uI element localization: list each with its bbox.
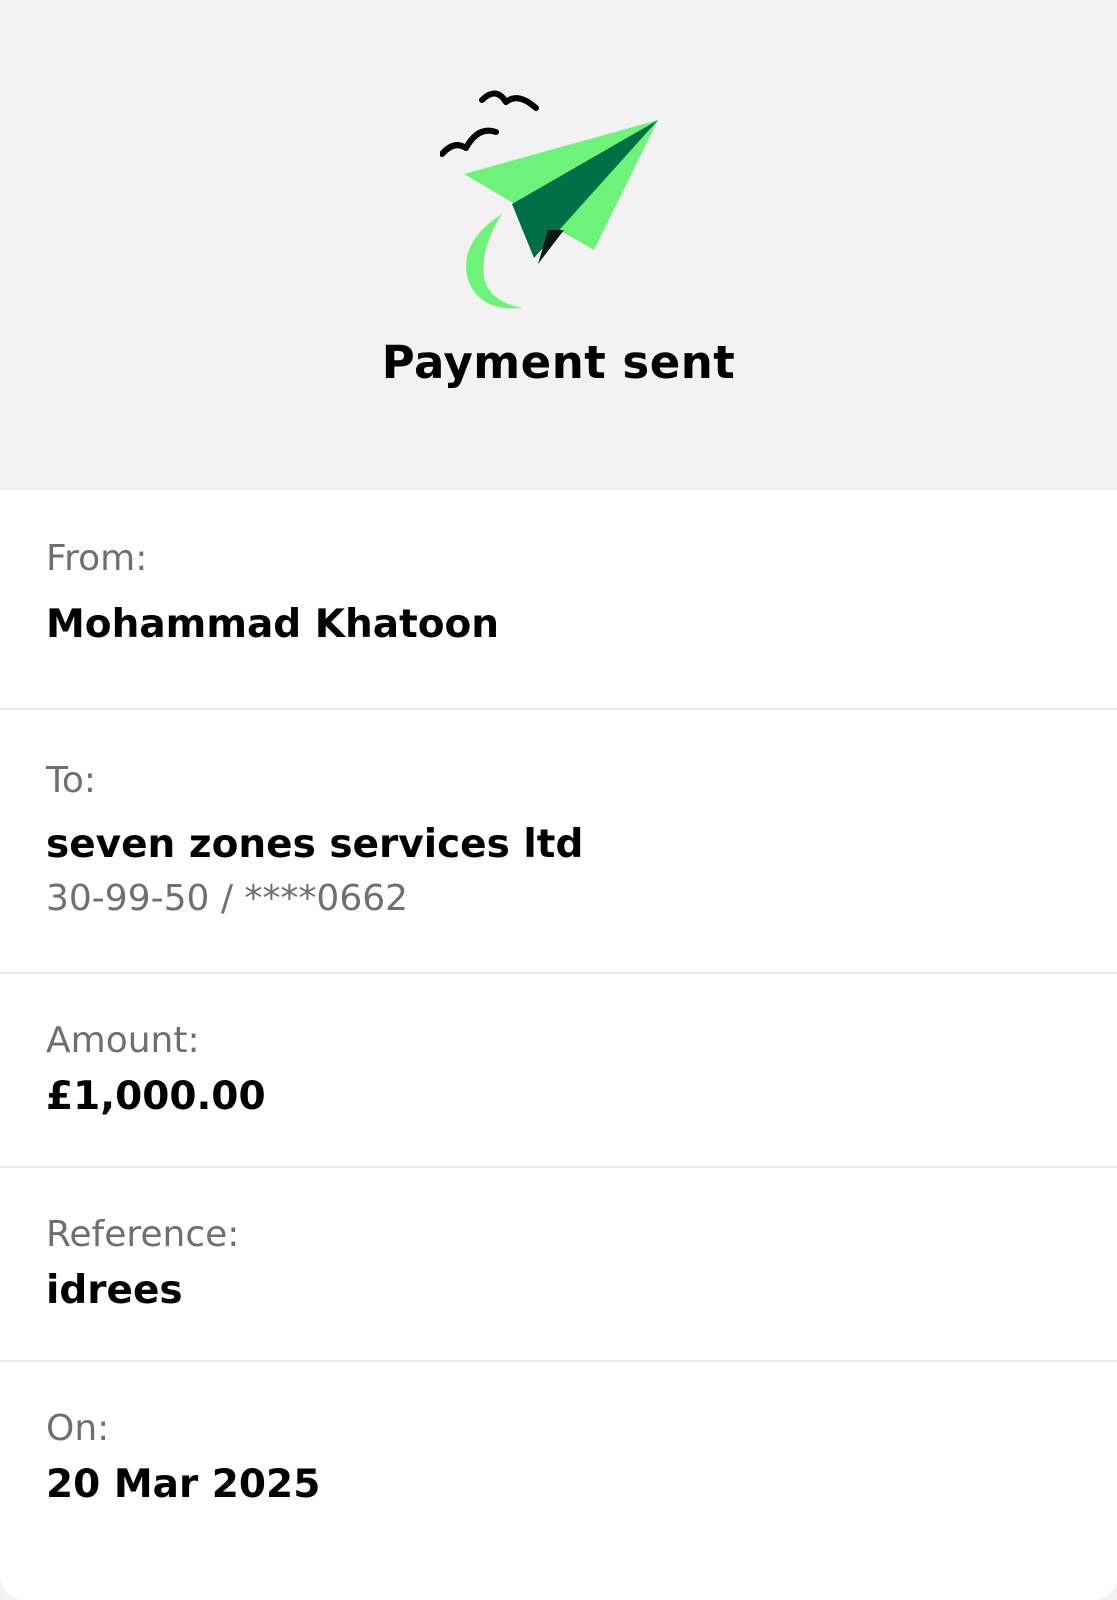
amount-label: Amount:: [46, 1020, 200, 1061]
reference-section: Reference: idrees: [0, 1168, 1117, 1362]
birds-icon: [440, 90, 539, 157]
payment-details-card: From: Mohammad Khatoon To: seven zones s…: [0, 490, 1117, 1600]
page-title: Payment sent: [381, 336, 736, 389]
amount-section: Amount: £1,000.00: [0, 974, 1117, 1168]
date-label: On:: [46, 1408, 110, 1449]
to-label: To:: [46, 760, 97, 801]
reference-value: idrees: [46, 1268, 183, 1313]
date-section: On: 20 Mar 2025: [0, 1362, 1117, 1600]
reference-label: Reference:: [46, 1214, 240, 1255]
to-account-number: 30-99-50 / ****0662: [46, 878, 409, 919]
to-value: seven zones services ltd: [46, 822, 584, 867]
to-section: To: seven zones services ltd 30-99-50 / …: [0, 710, 1117, 974]
from-value: Mohammad Khatoon: [46, 602, 500, 647]
from-label: From:: [46, 538, 148, 579]
payment-sent-header: Payment sent: [0, 0, 1117, 490]
date-value: 20 Mar 2025: [46, 1462, 321, 1507]
paper-plane-icon: [440, 90, 658, 309]
amount-value: £1,000.00: [46, 1074, 266, 1119]
payment-confirmation-screen: Payment sent From: Mohammad Khatoon To: …: [0, 0, 1117, 1600]
from-section: From: Mohammad Khatoon: [0, 490, 1117, 710]
